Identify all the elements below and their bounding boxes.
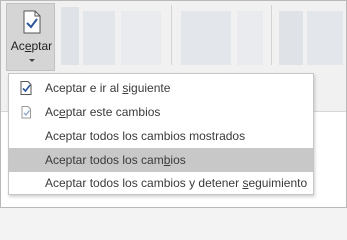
menu-item-accept-all-stop-tracking[interactable]: Aceptar todos los cambios y detener segu… bbox=[9, 171, 313, 195]
ribbon-control bbox=[121, 11, 161, 65]
ribbon-control bbox=[237, 11, 263, 65]
menu-item-label: Aceptar todos los cambios mostrados bbox=[45, 129, 246, 143]
document-check-small-icon bbox=[21, 106, 31, 119]
window-frame: Aceptar Aceptar e ir al siguiente Acepta… bbox=[0, 0, 347, 208]
accept-dropdown-menu: Aceptar e ir al siguiente Aceptar este c… bbox=[8, 73, 314, 195]
ribbon-control bbox=[279, 11, 303, 65]
menu-item-accept-this-change[interactable]: Aceptar este cambios bbox=[9, 100, 313, 124]
accept-button-label: Aceptar bbox=[10, 39, 53, 53]
menu-item-accept-all-changes[interactable]: Aceptar todos los cambios bbox=[9, 148, 313, 172]
ribbon-separator bbox=[171, 5, 172, 65]
chevron-down-icon[interactable] bbox=[29, 59, 35, 62]
accept-button[interactable]: Aceptar bbox=[6, 3, 55, 71]
menu-item-label: Aceptar todos los cambios y detener segu… bbox=[45, 176, 308, 190]
menu-item-label: Aceptar e ir al siguiente bbox=[45, 81, 171, 95]
menu-item-accept-and-next[interactable]: Aceptar e ir al siguiente bbox=[9, 76, 313, 100]
ribbon-separator bbox=[271, 5, 272, 65]
ribbon-control bbox=[83, 11, 115, 65]
document-check-icon bbox=[20, 81, 32, 95]
ribbon-control bbox=[307, 11, 343, 65]
menu-item-label: Aceptar todos los cambios bbox=[45, 153, 186, 167]
ribbon-control bbox=[181, 11, 231, 65]
menu-item-label: Aceptar este cambios bbox=[45, 105, 161, 119]
document-check-icon bbox=[23, 10, 41, 34]
menu-item-accept-all-shown[interactable]: Aceptar todos los cambios mostrados bbox=[9, 124, 313, 148]
ribbon-control bbox=[61, 7, 79, 65]
